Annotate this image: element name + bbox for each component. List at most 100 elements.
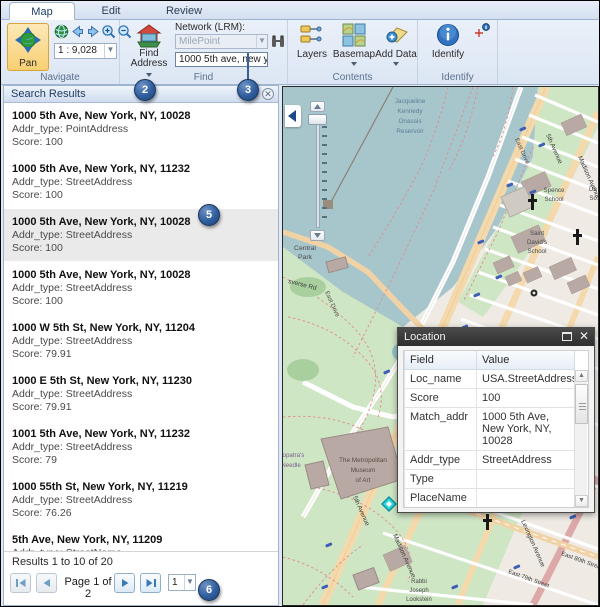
table-header-row: Field Value xyxy=(405,351,575,370)
ribbon-body: Pan xyxy=(1,20,600,85)
list-item[interactable]: 1000 W 5th St, New York, NY, 11204Addr_t… xyxy=(4,315,278,368)
svg-text:Sc: Sc xyxy=(589,195,596,202)
table-row[interactable]: Addr_typeStreetAddress xyxy=(405,451,575,470)
forward-arrow-icon[interactable] xyxy=(86,24,101,39)
map-zoom-slider[interactable] xyxy=(308,101,328,241)
result-title: 1000 5th Ave, New York, NY, 11232 xyxy=(12,163,270,176)
cell-value xyxy=(477,489,575,508)
table-row[interactable]: Type xyxy=(405,470,575,489)
back-arrow-icon[interactable] xyxy=(70,24,85,39)
ribbon-group-identify-label: Identify xyxy=(418,72,497,83)
application-window: Map Edit Review xyxy=(0,0,600,607)
table-row[interactable]: Loc_nameUSA.StreetAddress xyxy=(405,370,575,389)
map-scale-combobox[interactable]: 1 : 9,028 ▼ xyxy=(54,43,117,59)
network-value: MilePoint xyxy=(179,36,220,47)
table-row[interactable]: Match_addr1000 5th Ave, New York, NY, 10… xyxy=(405,408,575,451)
table-row[interactable]: Score100 xyxy=(405,389,575,408)
location-popup-title: Location xyxy=(404,331,446,343)
svg-text:Museum: Museum xyxy=(351,467,376,474)
previous-page-button[interactable] xyxy=(36,573,57,593)
list-item[interactable]: 1000 5th Ave, New York, NY, 10028Addr_ty… xyxy=(4,209,278,262)
svg-text:of Art: of Art xyxy=(356,477,371,484)
chevron-down-icon[interactable]: ▼ xyxy=(184,575,195,590)
chevron-down-icon[interactable]: ▼ xyxy=(256,35,267,48)
result-addr-type: Addr_type: StreetAddress xyxy=(12,388,270,401)
list-item[interactable]: 1000 E 5th St, New York, NY, 11230Addr_t… xyxy=(4,368,278,421)
list-item[interactable]: 1000 5th Ave, New York, NY, 10028Addr_ty… xyxy=(4,262,278,315)
svg-text:Kennedy: Kennedy xyxy=(397,108,423,115)
search-results-list[interactable]: 1000 5th Ave, New York, NY, 10028Addr_ty… xyxy=(4,103,278,551)
cell-value xyxy=(477,470,575,489)
address-search-input[interactable]: 1000 5th ave, new york, ny xyxy=(175,52,268,67)
svg-text:Lookstein: Lookstein xyxy=(406,597,432,603)
chevron-down-icon[interactable]: ▼ xyxy=(104,44,116,58)
zoom-in-icon[interactable] xyxy=(101,24,116,39)
cell-field: Match_addr xyxy=(405,408,477,451)
result-score: Score: 100 xyxy=(12,136,270,149)
binoculars-icon[interactable] xyxy=(271,34,285,48)
svg-text:Reservoir: Reservoir xyxy=(396,128,424,135)
results-count-text: Results 1 to 10 of 20 xyxy=(12,556,113,568)
last-page-button[interactable] xyxy=(140,573,161,593)
list-item[interactable]: 1000 55th St, New York, NY, 11219Addr_ty… xyxy=(4,474,278,527)
page-number-value: 1 xyxy=(172,577,178,588)
scrollbar-thumb[interactable] xyxy=(575,384,588,424)
location-popup-scrollbar[interactable]: ▲ ▼ xyxy=(574,370,587,507)
restore-window-icon[interactable] xyxy=(562,332,572,341)
globe-icon[interactable] xyxy=(54,24,69,39)
scroll-down-icon[interactable]: ▼ xyxy=(575,495,588,507)
result-score: Score: 100 xyxy=(12,295,270,308)
add-point-icon[interactable] xyxy=(473,23,491,39)
result-score: Score: 79.91 xyxy=(12,401,270,414)
cell-field: Loc_name xyxy=(405,370,477,389)
location-popup-title-bar[interactable]: Location ✕ xyxy=(398,328,594,346)
chevron-down-icon[interactable] xyxy=(393,62,399,66)
network-combobox[interactable]: MilePoint ▼ xyxy=(175,34,268,49)
ribbon: Map Edit Review xyxy=(1,1,600,85)
panel-collapse-arrow-icon[interactable] xyxy=(285,105,301,127)
close-circle-icon[interactable]: ✕ xyxy=(262,88,274,100)
close-icon[interactable]: ✕ xyxy=(579,330,589,343)
zoom-slider-plus-icon[interactable] xyxy=(310,101,325,112)
layers-icon xyxy=(299,22,325,48)
svg-text:Spence: Spence xyxy=(544,187,566,194)
chevron-down-icon[interactable] xyxy=(351,62,357,66)
table-row[interactable]: PlaceName xyxy=(405,489,575,508)
list-item[interactable]: 1001 5th Ave, New York, NY, 11232Addr_ty… xyxy=(4,421,278,474)
result-addr-type: Addr_type: StreetAddress xyxy=(12,335,270,348)
result-addr-type: Addr_type: StreetAddress xyxy=(12,494,270,507)
svg-text:Saint: Saint xyxy=(530,230,544,237)
page-number-select[interactable]: 1 ▼ xyxy=(168,574,196,591)
first-page-button[interactable] xyxy=(10,573,31,593)
result-title: 1001 5th Ave, New York, NY, 11232 xyxy=(12,428,270,441)
zoom-slider-track[interactable] xyxy=(316,114,320,228)
pan-button[interactable]: Pan xyxy=(7,23,49,71)
list-item[interactable]: 1000 5th Ave, New York, NY, 10028Addr_ty… xyxy=(4,103,278,156)
scroll-up-icon[interactable]: ▲ xyxy=(575,370,588,382)
list-item[interactable]: 1000 5th Ave, New York, NY, 11232Addr_ty… xyxy=(4,156,278,209)
svg-text:Joseph: Joseph xyxy=(409,588,428,594)
result-score: Score: 100 xyxy=(12,242,270,255)
tab-review[interactable]: Review xyxy=(149,2,219,20)
zoom-slider-minus-icon[interactable] xyxy=(310,230,325,241)
column-header-field[interactable]: Field xyxy=(405,351,477,370)
callout-badge: 3 xyxy=(237,79,259,101)
result-score: Score: 76.26 xyxy=(12,507,270,520)
result-title: 1000 W 5th St, New York, NY, 11204 xyxy=(12,322,270,335)
tab-edit[interactable]: Edit xyxy=(81,2,141,20)
cell-value xyxy=(477,508,575,509)
column-header-value[interactable]: Value xyxy=(477,351,575,370)
list-item[interactable]: 5th Ave, New York, NY, 11209Addr_type: S… xyxy=(4,527,278,551)
find-address-label: Find Address xyxy=(128,49,170,69)
ribbon-group-navigate: Pan xyxy=(1,20,120,84)
next-page-button[interactable] xyxy=(114,573,135,593)
callout-badge: 6 xyxy=(198,579,220,601)
navigate-icon-row xyxy=(54,24,117,42)
svg-text:Needle: Needle xyxy=(283,462,301,469)
tab-map[interactable]: Map xyxy=(9,2,75,20)
svg-text:School: School xyxy=(545,196,564,203)
svg-text:Park: Park xyxy=(298,254,313,261)
zoom-slider-thumb[interactable] xyxy=(308,114,327,125)
table-row[interactable]: Place_addr xyxy=(405,508,575,509)
cell-value: 100 xyxy=(477,389,575,408)
